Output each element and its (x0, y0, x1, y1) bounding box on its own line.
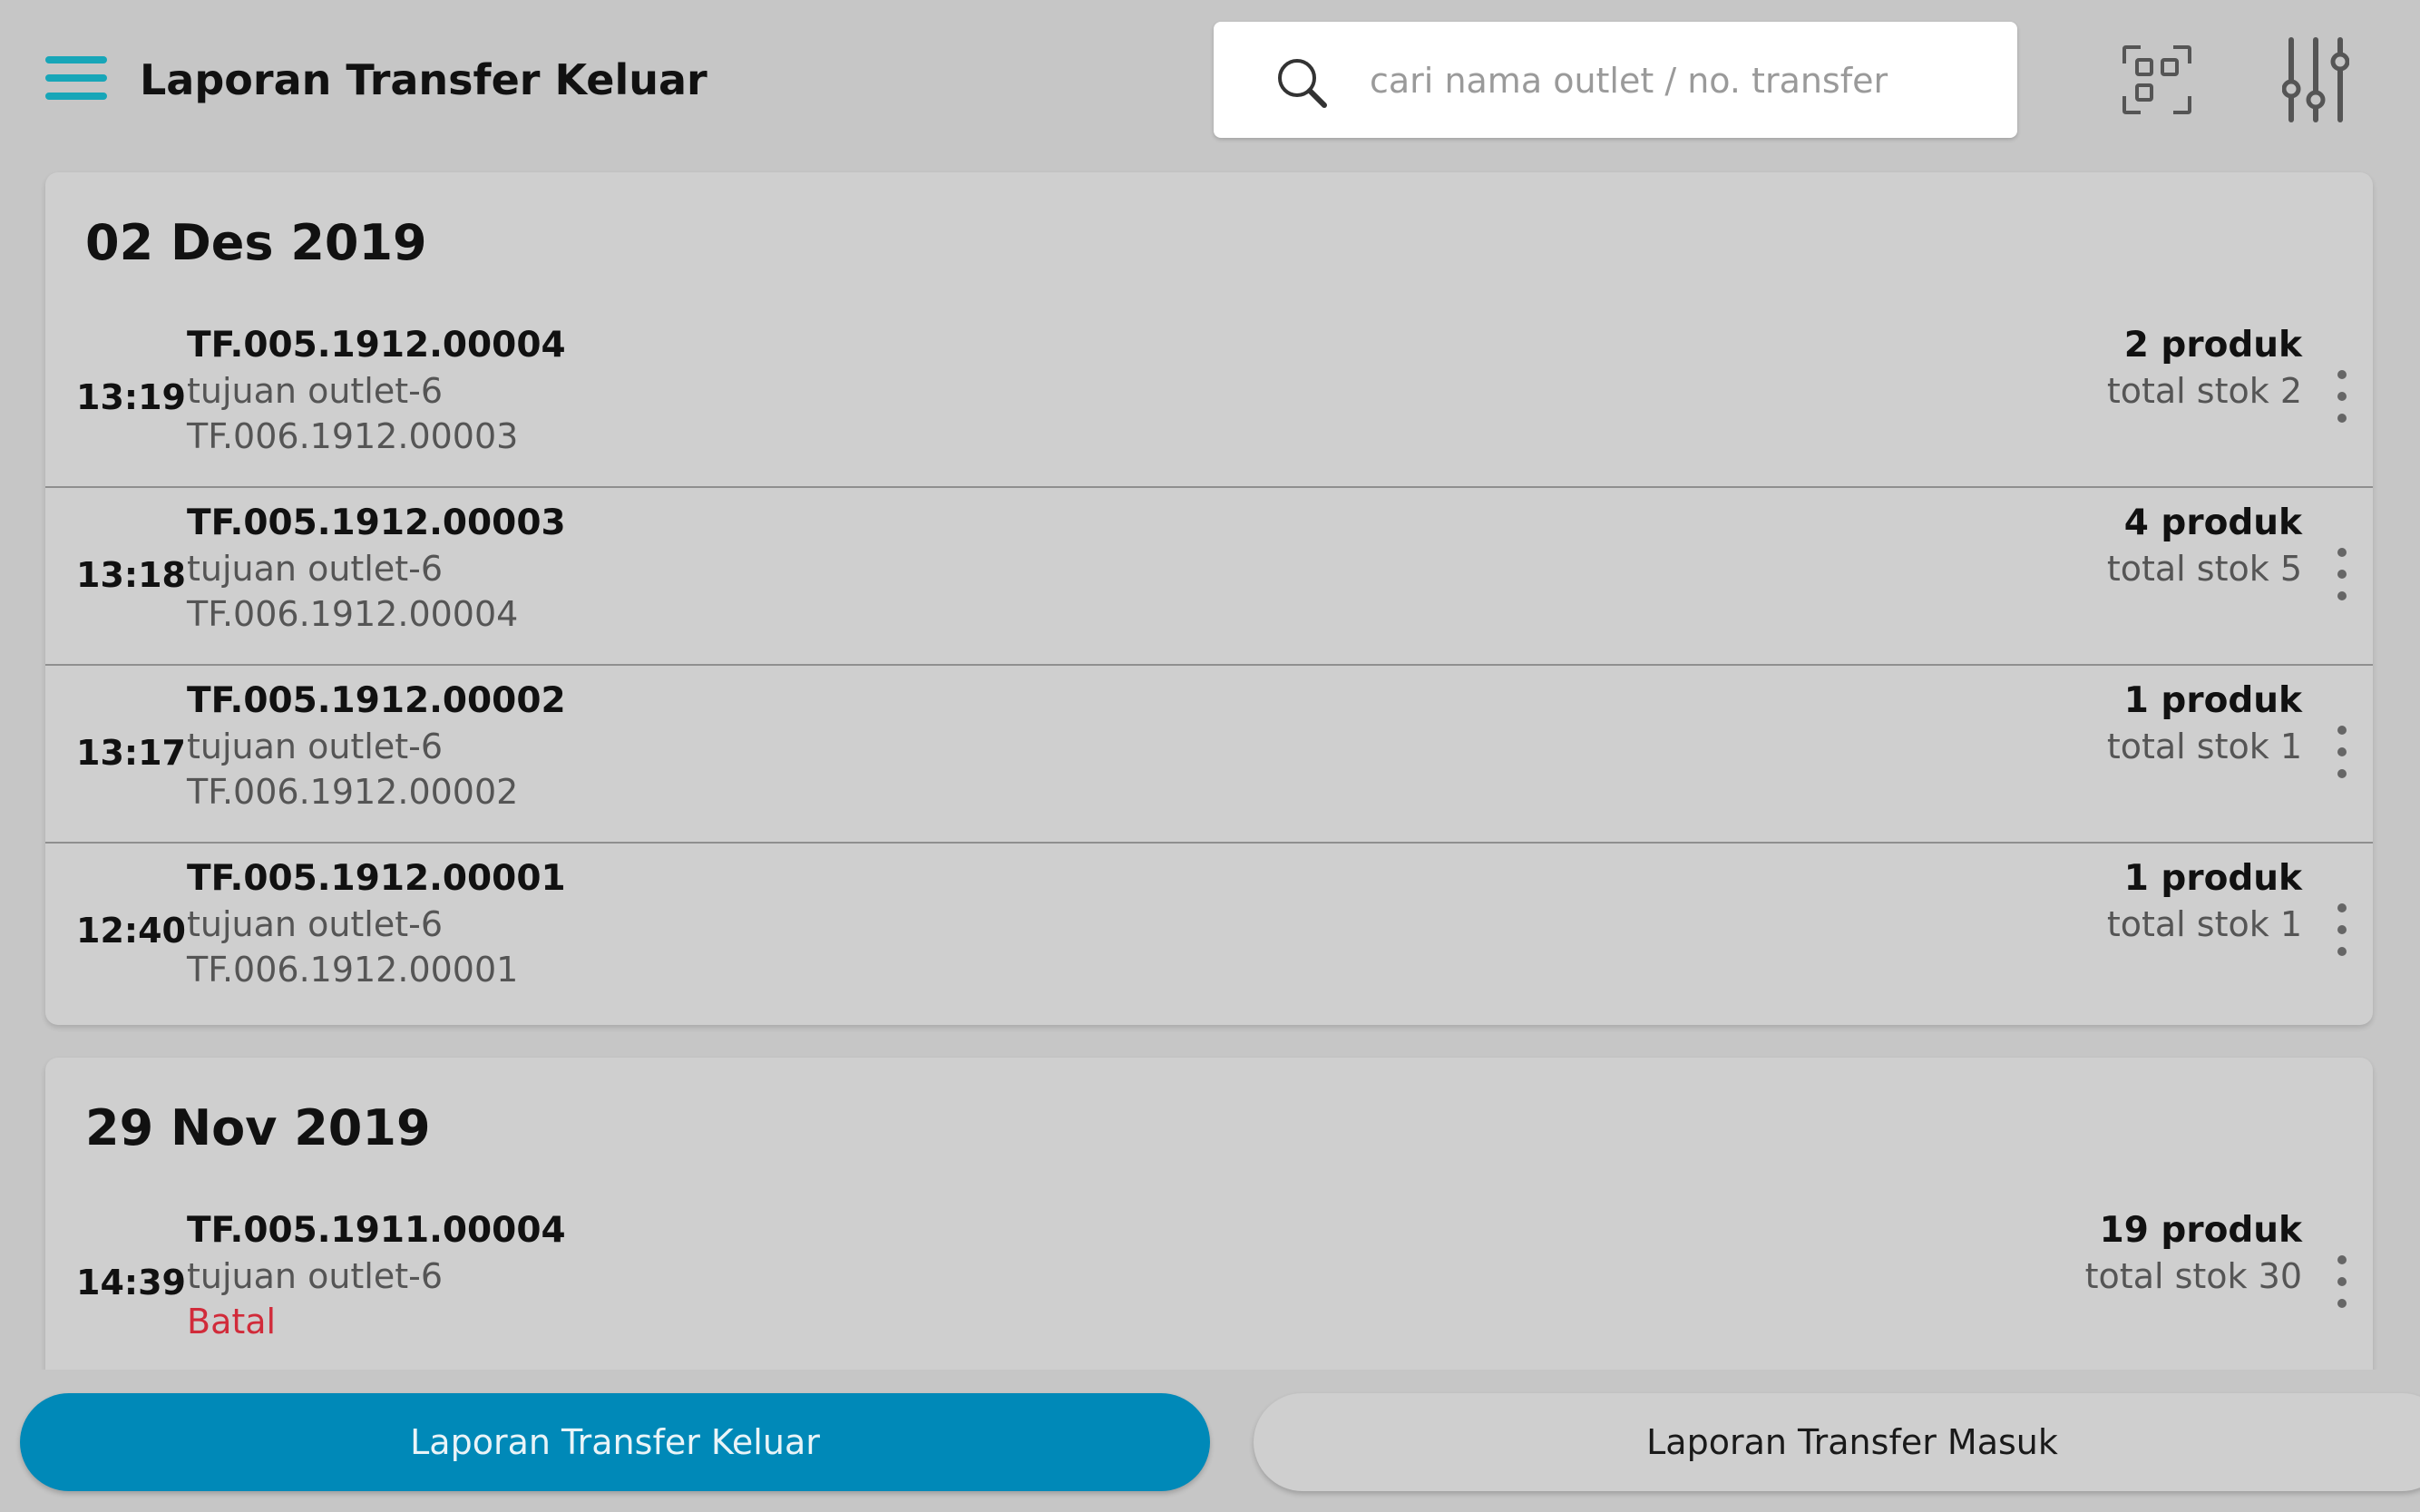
stock-total: total stok 2 (2106, 371, 2302, 411)
transfer-time: 13:18 (76, 555, 186, 595)
transfer-row[interactable]: 13:19 TF.005.1912.00004 tujuan outlet-6 … (45, 308, 2373, 488)
transfer-reference: TF.006.1912.00004 (187, 594, 519, 634)
search-icon (1278, 59, 1327, 108)
transfer-summary: 2 produk total stok 2 (2107, 323, 2302, 414)
transfer-reference: TF.006.1912.00001 (187, 950, 519, 990)
product-count: 2 produk (2123, 325, 2302, 366)
transfer-summary: 4 produk total stok 5 (2107, 501, 2302, 591)
tab-transfer-keluar[interactable]: Laporan Transfer Keluar (20, 1393, 1210, 1491)
transfer-info: TF.005.1912.00004 tujuan outlet-6 TF.006… (187, 323, 566, 459)
transfer-destination: tujuan outlet-6 (187, 727, 444, 766)
stock-total: total stok 30 (2084, 1256, 2302, 1296)
product-count: 1 produk (2123, 858, 2302, 899)
search-box[interactable] (1214, 22, 2017, 138)
transfer-info: TF.005.1912.00001 tujuan outlet-6 TF.006… (187, 856, 566, 992)
transfer-time: 13:17 (76, 733, 186, 773)
transfer-summary: 1 produk total stok 1 (2107, 678, 2302, 769)
transfer-list[interactable]: 02 Des 2019 13:19 TF.005.1912.00004 tuju… (0, 169, 2420, 1370)
group-date: 02 Des 2019 (85, 214, 427, 271)
transfer-id: TF.005.1912.00001 (187, 858, 566, 899)
transfer-time: 13:19 (76, 377, 186, 417)
stock-total: total stok 1 (2106, 904, 2302, 944)
transfer-time: 14:39 (76, 1263, 186, 1302)
date-group-card: 02 Des 2019 13:19 TF.005.1912.00004 tuju… (45, 172, 2373, 1025)
transfer-info: TF.005.1912.00002 tujuan outlet-6 TF.006… (187, 678, 566, 815)
stock-total: total stok 1 (2106, 727, 2302, 766)
product-count: 4 produk (2123, 502, 2302, 543)
transfer-summary: 1 produk total stok 1 (2107, 856, 2302, 947)
transfer-row[interactable]: 13:18 TF.005.1912.00003 tujuan outlet-6 … (45, 486, 2373, 666)
transfer-id: TF.005.1912.00002 (187, 680, 566, 721)
transfer-row[interactable]: 14:39 TF.005.1911.00004 tujuan outlet-6 … (45, 1194, 2373, 1370)
transfer-id: TF.005.1912.00003 (187, 502, 566, 543)
transfer-info: TF.005.1911.00004 tujuan outlet-6 Batal (187, 1208, 566, 1344)
more-vertical-icon[interactable] (2331, 720, 2353, 784)
stock-total: total stok 5 (2106, 549, 2302, 589)
transfer-destination: tujuan outlet-6 (187, 549, 444, 589)
more-vertical-icon[interactable] (2331, 542, 2353, 606)
filter-button[interactable] (2281, 34, 2350, 125)
cancelled-status: Batal (187, 1302, 277, 1341)
transfer-id: TF.005.1912.00004 (187, 325, 566, 366)
filter-sliders-icon (2281, 37, 2350, 122)
product-count: 19 produk (2099, 1210, 2302, 1251)
transfer-reference: TF.006.1912.00002 (187, 772, 519, 812)
transfer-destination: tujuan outlet-6 (187, 1256, 444, 1296)
more-vertical-icon[interactable] (2331, 365, 2353, 428)
transfer-row[interactable]: 13:17 TF.005.1912.00002 tujuan outlet-6 … (45, 664, 2373, 844)
transfer-id: TF.005.1911.00004 (187, 1210, 566, 1251)
transfer-row[interactable]: 12:40 TF.005.1912.00001 tujuan outlet-6 … (45, 842, 2373, 1019)
date-group-card: 29 Nov 2019 14:39 TF.005.1911.00004 tuju… (45, 1058, 2373, 1370)
more-vertical-icon[interactable] (2331, 898, 2353, 961)
transfer-summary: 19 produk total stok 30 (2085, 1208, 2302, 1299)
hamburger-menu-icon (45, 56, 107, 63)
group-date: 29 Nov 2019 (85, 1099, 431, 1156)
scan-button[interactable] (2121, 44, 2193, 116)
transfer-reference: TF.006.1912.00003 (187, 416, 519, 456)
tab-transfer-masuk[interactable]: Laporan Transfer Masuk (1254, 1393, 2420, 1491)
search-input[interactable] (1368, 44, 1988, 118)
qr-scan-icon (2122, 45, 2191, 114)
product-count: 1 produk (2123, 680, 2302, 721)
transfer-time: 12:40 (76, 911, 186, 951)
page-title: Laporan Transfer Keluar (140, 55, 707, 104)
transfer-destination: tujuan outlet-6 (187, 371, 444, 411)
more-vertical-icon[interactable] (2331, 1250, 2353, 1313)
menu-button[interactable] (44, 53, 111, 103)
transfer-info: TF.005.1912.00003 tujuan outlet-6 TF.006… (187, 501, 566, 637)
transfer-destination: tujuan outlet-6 (187, 904, 444, 944)
